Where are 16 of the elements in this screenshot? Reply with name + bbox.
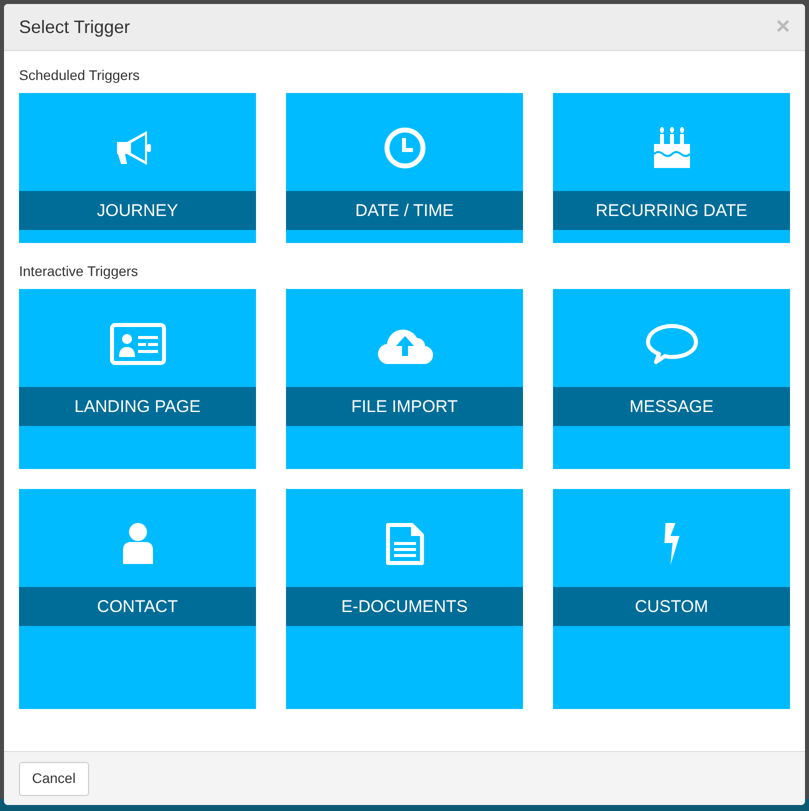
trigger-tile[interactable]: RECURRING DATE [553, 93, 790, 243]
trigger-tile[interactable]: CUSTOM [553, 489, 790, 709]
lightning-icon [664, 523, 680, 565]
trigger-tile[interactable]: FILE IMPORT [286, 289, 523, 469]
cancel-button[interactable]: Cancel [19, 762, 89, 796]
trigger-tile[interactable]: JOURNEY [19, 93, 256, 243]
section-heading: Interactive Triggers [19, 263, 140, 279]
section-heading: Scheduled Triggers [19, 67, 141, 83]
trigger-tile[interactable]: CONTACT [19, 489, 256, 709]
trigger-tile[interactable]: LANDING PAGE [19, 289, 256, 469]
trigger-tile[interactable]: MESSAGE [553, 289, 790, 469]
dialog-title: Select Trigger [19, 16, 130, 39]
speech-bubble-icon [644, 322, 700, 366]
id-card-icon [110, 322, 166, 366]
trigger-tile[interactable]: DATE / TIME [286, 93, 523, 243]
trigger-tile[interactable]: E-DOCUMENTS [286, 489, 523, 709]
